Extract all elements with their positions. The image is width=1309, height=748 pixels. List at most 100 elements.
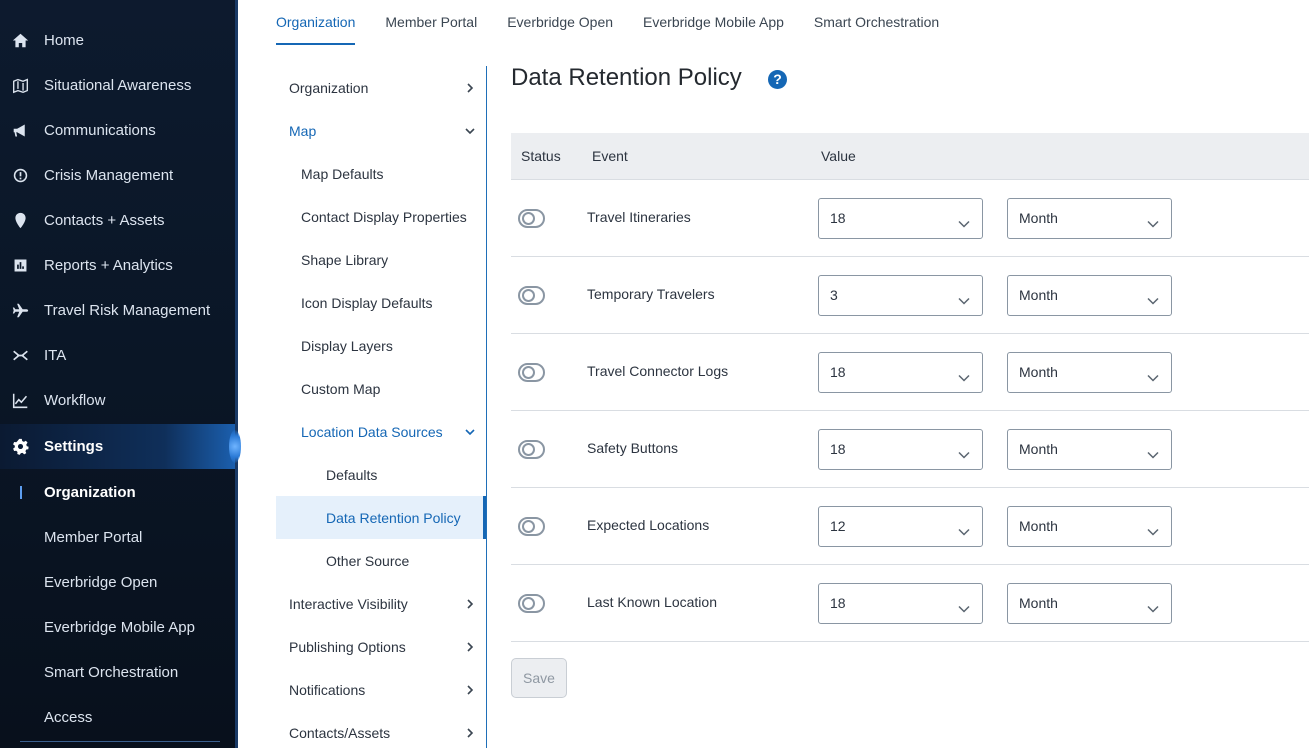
chevron-down-icon — [958, 446, 970, 459]
subnav-item-display-layers[interactable]: Display Layers — [276, 324, 486, 367]
event-name: Travel Itineraries — [587, 209, 691, 225]
chevron-right-icon — [464, 597, 476, 609]
sidebar-sub-access[interactable]: Access — [0, 695, 235, 740]
subnav-label: Contacts/Assets — [289, 724, 391, 741]
status-toggle[interactable] — [518, 363, 545, 382]
select-value: Month — [1019, 210, 1058, 226]
table-row: Last Known Location 18 Month — [511, 565, 1309, 642]
value-select[interactable]: 12 — [818, 506, 983, 547]
event-name: Last Known Location — [587, 594, 717, 610]
subnav-item-shape-library[interactable]: Shape Library — [276, 238, 486, 281]
sidebar-item-home[interactable]: Home — [0, 18, 235, 63]
subnav-item-map-defaults[interactable]: Map Defaults — [276, 152, 486, 195]
subnav-label: Map — [289, 122, 317, 139]
alert-circle-icon — [10, 166, 30, 186]
select-value: 18 — [830, 210, 846, 226]
unit-select[interactable]: Month — [1007, 583, 1172, 624]
sidebar-sub-member-portal[interactable]: Member Portal — [0, 515, 235, 560]
subnav-item-custom-map[interactable]: Custom Map — [276, 367, 486, 410]
unit-select[interactable]: Month — [1007, 352, 1172, 393]
sidebar-divider — [20, 741, 220, 742]
home-icon — [10, 31, 30, 51]
value-select[interactable]: 18 — [818, 583, 983, 624]
select-value: 18 — [830, 441, 846, 457]
sidebar-item-reports-analytics[interactable]: Reports + Analytics — [0, 243, 235, 288]
subnav-item-organization[interactable]: Organization — [276, 66, 486, 109]
unit-select[interactable]: Month — [1007, 429, 1172, 470]
save-button[interactable]: Save — [511, 658, 567, 698]
subnav-item-other-source[interactable]: Other Source — [276, 539, 486, 582]
unit-select[interactable]: Month — [1007, 198, 1172, 239]
unit-select[interactable]: Month — [1007, 275, 1172, 316]
subnav-item-interactive-visibility[interactable]: Interactive Visibility — [276, 582, 486, 625]
subnav-item-defaults[interactable]: Defaults — [276, 453, 486, 496]
tab-everbridge-open[interactable]: Everbridge Open — [507, 0, 613, 45]
chevron-right-icon — [464, 726, 476, 738]
sidebar-item-crisis-management[interactable]: Crisis Management — [0, 153, 235, 198]
sidebar-item-situational-awareness[interactable]: Situational Awareness — [0, 63, 235, 108]
sidebar-item-communications[interactable]: Communications — [0, 108, 235, 153]
subnav-item-publishing-options[interactable]: Publishing Options — [276, 625, 486, 668]
column-header-event: Event — [592, 148, 628, 164]
select-value: Month — [1019, 287, 1058, 303]
chevron-down-icon — [958, 292, 970, 305]
subnav-item-location-data-sources[interactable]: Location Data Sources — [276, 410, 486, 453]
help-icon[interactable]: ? — [768, 70, 787, 89]
value-select[interactable]: 18 — [818, 429, 983, 470]
value-select[interactable]: 18 — [818, 352, 983, 393]
event-name: Temporary Travelers — [587, 286, 715, 302]
chevron-down-icon — [464, 124, 476, 136]
sidebar-item-settings[interactable]: Settings — [0, 424, 241, 469]
megaphone-icon — [10, 121, 30, 141]
value-select[interactable]: 3 — [818, 275, 983, 316]
sidebar-item-label: Situational Awareness — [44, 77, 192, 94]
sidebar-sub-label: Everbridge Open — [44, 574, 158, 591]
event-name: Travel Connector Logs — [587, 363, 729, 379]
sidebar-item-ita[interactable]: ITA — [0, 333, 235, 378]
subnav-label: Notifications — [289, 681, 366, 698]
tab-smart-orchestration[interactable]: Smart Orchestration — [814, 0, 939, 45]
value-select[interactable]: 18 — [818, 198, 983, 239]
subnav-label: Icon Display Defaults — [301, 294, 433, 311]
status-toggle[interactable] — [518, 517, 545, 536]
sidebar-item-label: Communications — [44, 122, 156, 139]
sidebar-sub-everbridge-open[interactable]: Everbridge Open — [0, 560, 235, 605]
unit-select[interactable]: Month — [1007, 506, 1172, 547]
subnav-item-map[interactable]: Map — [276, 109, 486, 152]
chevron-down-icon — [1147, 600, 1159, 613]
table-row: Temporary Travelers 3 Month — [511, 257, 1309, 334]
sidebar-sub-label: Member Portal — [44, 529, 143, 546]
sidebar-sub-organization[interactable]: Organization — [0, 470, 235, 515]
sidebar-sub-label: Everbridge Mobile App — [44, 619, 195, 636]
status-toggle[interactable] — [518, 440, 545, 459]
subnav-label: Interactive Visibility — [289, 595, 408, 612]
chevron-down-icon — [464, 425, 476, 437]
tab-member-portal[interactable]: Member Portal — [385, 0, 477, 45]
sidebar-sub-everbridge-mobile-app[interactable]: Everbridge Mobile App — [0, 605, 235, 650]
chevron-down-icon — [1147, 292, 1159, 305]
subnav-item-notifications[interactable]: Notifications — [276, 668, 486, 711]
event-name: Safety Buttons — [587, 440, 679, 456]
select-value: 3 — [830, 287, 838, 303]
subnav-label: Map Defaults — [301, 165, 384, 182]
status-toggle[interactable] — [518, 286, 545, 305]
subnav-label: Organization — [289, 79, 369, 96]
tab-organization[interactable]: Organization — [276, 0, 356, 45]
sidebar-item-workflow[interactable]: Workflow — [0, 378, 235, 423]
subnav-item-icon-display-defaults[interactable]: Icon Display Defaults — [276, 281, 486, 324]
sidebar-item-contacts-assets[interactable]: Contacts + Assets — [0, 198, 235, 243]
sidebar-item-travel-risk-management[interactable]: Travel Risk Management — [0, 288, 235, 333]
sidebar-sub-smart-orchestration[interactable]: Smart Orchestration — [0, 650, 235, 695]
table-row: Safety Buttons 18 Month — [511, 411, 1309, 488]
gear-icon — [10, 437, 30, 457]
select-value: 18 — [830, 595, 846, 611]
status-toggle[interactable] — [518, 594, 545, 613]
subnav-item-contacts-assets[interactable]: Contacts/Assets — [276, 711, 486, 748]
chevron-down-icon — [1147, 523, 1159, 536]
tab-everbridge-mobile-app[interactable]: Everbridge Mobile App — [643, 0, 784, 45]
subnav-item-contact-display-properties[interactable]: Contact Display Properties — [276, 195, 486, 238]
sidebar-item-label: Workflow — [44, 392, 106, 409]
subnav-item-data-retention-policy[interactable]: Data Retention Policy — [276, 496, 486, 539]
chevron-right-icon — [464, 683, 476, 695]
status-toggle[interactable] — [518, 209, 545, 228]
